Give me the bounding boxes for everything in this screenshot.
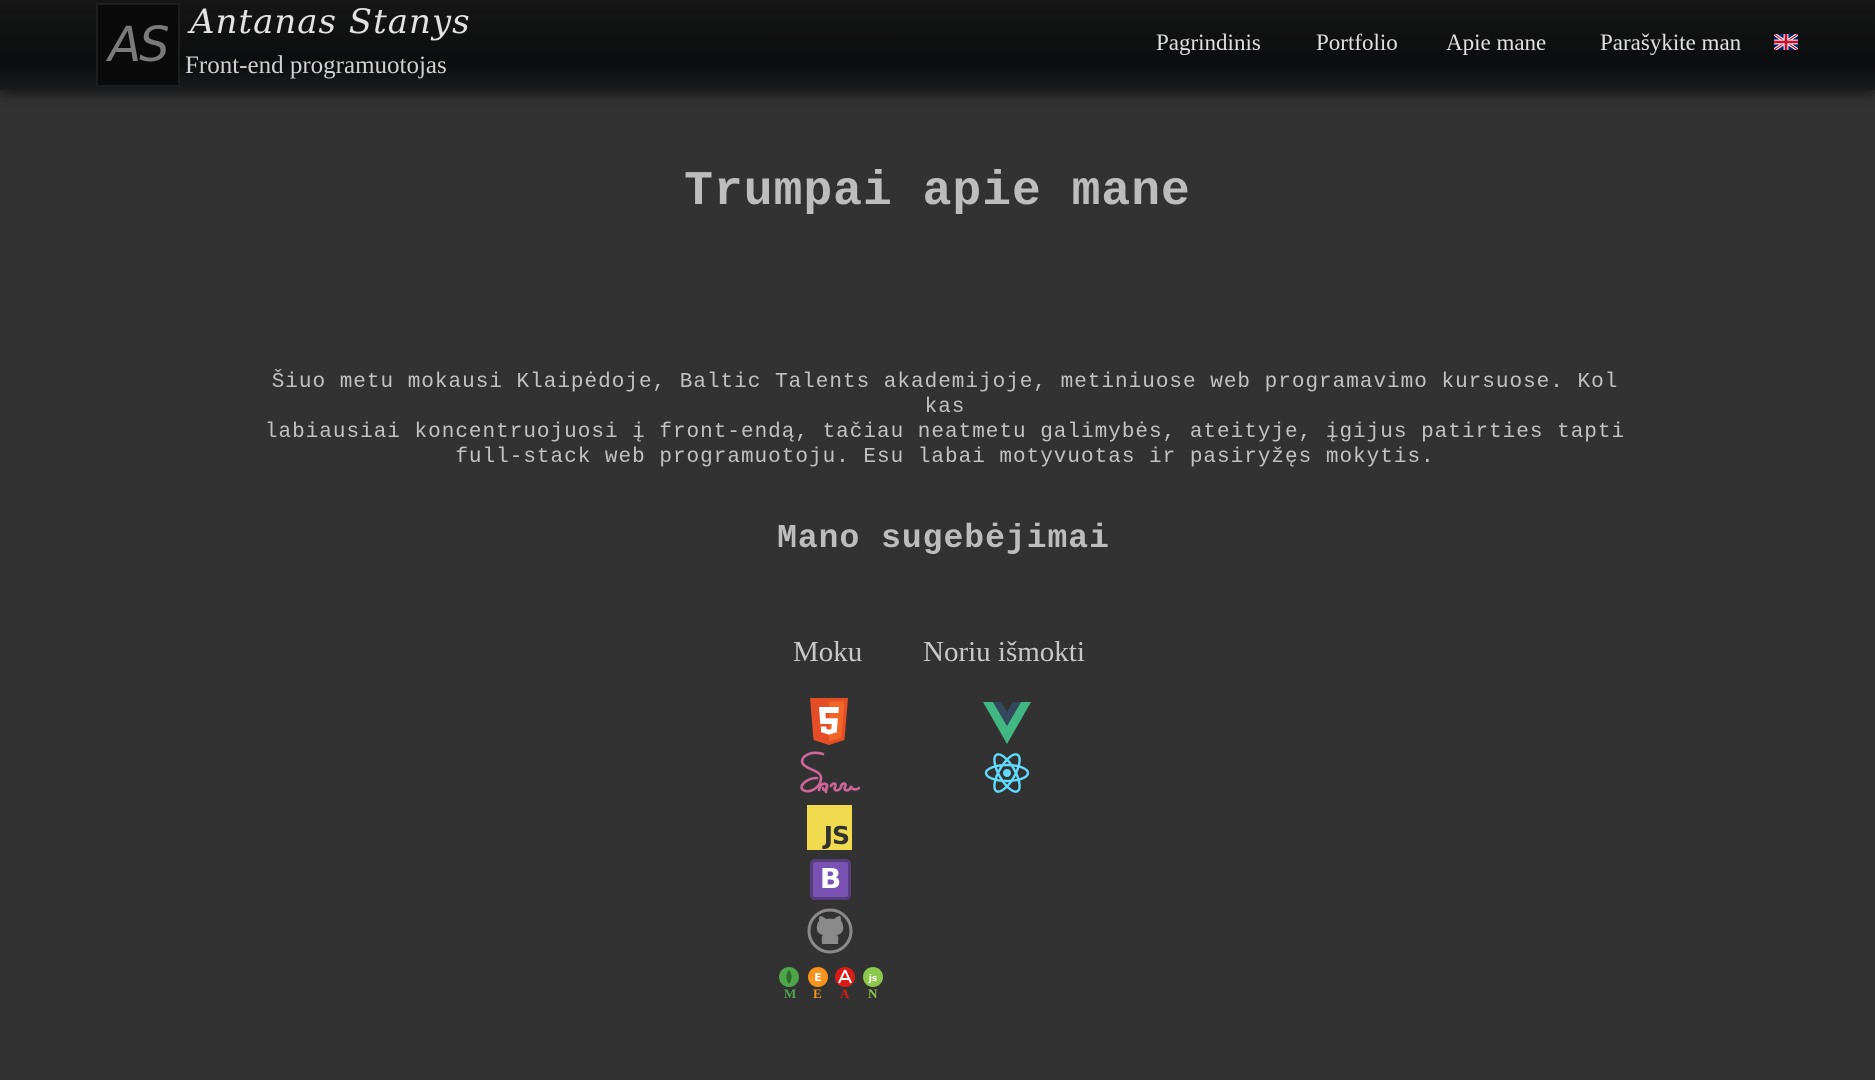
sass-icon <box>800 751 861 794</box>
mean-letter-m: M <box>784 986 797 1001</box>
wanted-skills-heading: Noriu išmokti <box>923 636 1085 668</box>
page-title: Trumpai apie mane <box>684 165 1191 219</box>
svg-text:js: js <box>868 974 877 984</box>
intro-line: full-stack web programuotoju. Esu labai … <box>455 446 1435 469</box>
github-icon <box>807 908 853 954</box>
javascript-icon: JS <box>807 805 852 850</box>
brand-name[interactable]: Antanas Stanys <box>190 2 471 42</box>
bootstrap-icon: B <box>810 859 851 900</box>
nav-item-portfolio[interactable]: Portfolio <box>1316 30 1398 56</box>
nav-item-about[interactable]: Apie mane <box>1446 30 1546 56</box>
mean-letter-n: N <box>868 986 878 1001</box>
mean-stack-icon: E js M E A N <box>775 966 887 1002</box>
intro-line: Šiuo metu mokausi Klaipėdoje, Baltic Tal… <box>271 371 1619 419</box>
html5-icon <box>810 698 848 745</box>
intro-paragraph: Šiuo metu mokausi Klaipėdoje, Baltic Tal… <box>260 370 1630 470</box>
logo-initials: AS <box>108 17 169 73</box>
skills-title: Mano sugebėjimai <box>777 520 1110 557</box>
svg-text:E: E <box>814 971 822 984</box>
vue-icon <box>983 702 1031 744</box>
site-header: AS Antanas Stanys Front-end programuotoj… <box>0 0 1875 90</box>
bootstrap-label: B <box>819 862 842 895</box>
logo[interactable]: AS <box>96 3 180 87</box>
nav-item-home[interactable]: Pagrindinis <box>1156 30 1261 56</box>
brand-subtitle: Front-end programuotojas <box>185 52 447 79</box>
javascript-label: JS <box>823 821 850 850</box>
nav-item-contact[interactable]: Parašykite man <box>1600 30 1741 56</box>
known-skills-heading: Moku <box>793 636 863 668</box>
react-icon <box>984 753 1030 793</box>
intro-line: labiausiai koncentruojuosi į front-endą,… <box>264 421 1626 444</box>
mean-logos: E js <box>779 967 883 987</box>
mean-letter-e: E <box>813 986 822 1001</box>
uk-flag-icon[interactable] <box>1774 34 1798 50</box>
mean-letter-a: A <box>840 986 850 1001</box>
